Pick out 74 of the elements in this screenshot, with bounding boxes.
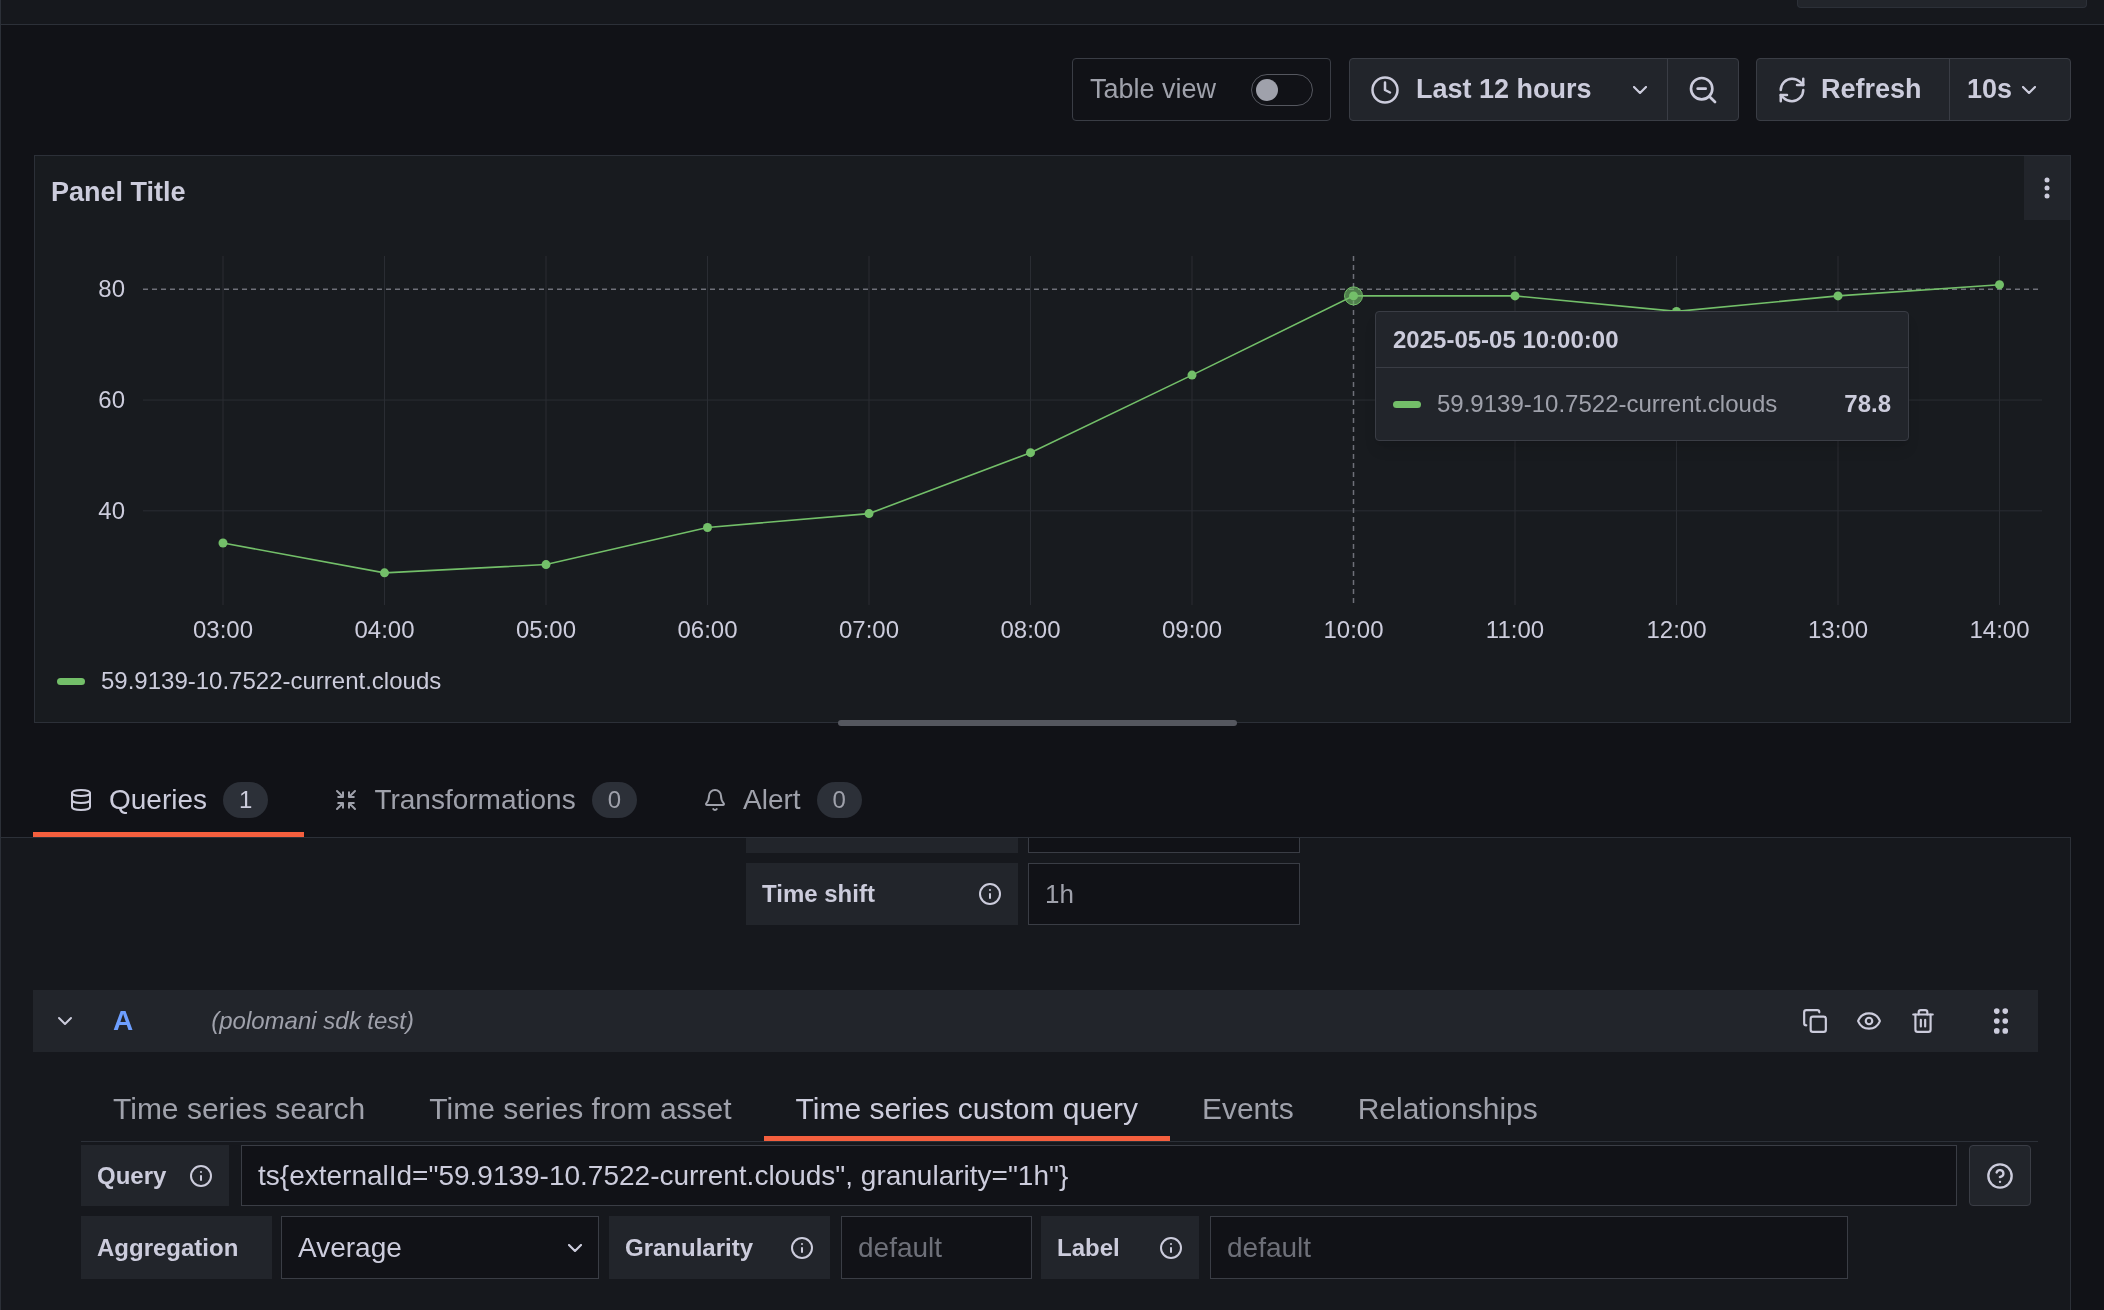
aggregation-select[interactable]: Average — [281, 1216, 599, 1279]
query-type-tab[interactable]: Time series search — [81, 1080, 398, 1141]
x-axis-label: 10:00 — [1323, 616, 1384, 643]
chevron-down-icon — [2022, 85, 2037, 94]
aggregation-label: Aggregation — [81, 1216, 272, 1279]
refresh-interval-picker[interactable]: 10s — [1949, 59, 2070, 120]
tooltip-time: 2025-05-05 10:00:00 — [1393, 324, 1619, 355]
count-badge: 1 — [223, 782, 269, 818]
x-axis-label: 07:00 — [838, 616, 900, 643]
more-icon — [2044, 177, 2050, 199]
info-icon — [978, 882, 1002, 906]
x-axis-label: 14:00 — [1969, 616, 2030, 643]
data-point — [1510, 291, 1520, 301]
x-axis-label: 04:00 — [354, 616, 415, 643]
data-point — [380, 568, 389, 578]
query-type-tab[interactable]: Time series from asset — [397, 1080, 764, 1141]
query-label: Query — [81, 1145, 229, 1206]
datasource-name: (polomani sdk test) — [211, 1006, 414, 1036]
tooltip-value: 78.8 — [1844, 389, 1891, 419]
chevron-down-icon — [568, 1243, 582, 1252]
y-axis-label: 60 — [98, 386, 125, 414]
chevron-down-icon — [1633, 85, 1647, 94]
query-ref: A — [113, 1004, 134, 1038]
label-field-label: Label — [1041, 1216, 1199, 1279]
data-point — [1187, 370, 1197, 380]
x-axis-label: 06:00 — [677, 616, 738, 643]
clock-icon — [1370, 74, 1400, 105]
x-axis-label: 12:00 — [1646, 616, 1707, 643]
y-axis-label: 40 — [98, 496, 125, 524]
x-axis-label: 08:00 — [1000, 616, 1061, 643]
x-axis-label: 09:00 — [1161, 616, 1223, 643]
refresh-button[interactable]: Refresh — [1757, 59, 1949, 120]
count-badge: 0 — [816, 782, 862, 818]
data-point — [1833, 291, 1843, 301]
help-icon — [1986, 1161, 2014, 1190]
copy-icon[interactable] — [1802, 1008, 1828, 1034]
label-input[interactable]: default — [1210, 1216, 1848, 1279]
x-axis-label: 13:00 — [1807, 616, 1869, 643]
table-view-toggle[interactable]: Table view — [1072, 58, 1331, 121]
hover-point — [1344, 286, 1363, 306]
info-icon — [790, 1235, 814, 1260]
x-axis-label: 03:00 — [192, 616, 254, 643]
data-point — [1995, 280, 2004, 290]
data-point — [541, 560, 551, 570]
tooltip-series: 59.9139-10.7522-current.clouds — [1437, 389, 1778, 419]
data-point — [218, 538, 228, 548]
bell-icon — [703, 788, 727, 812]
query-row-header[interactable]: A (polomani sdk test) — [33, 990, 2038, 1052]
time-shift-input[interactable]: 1h — [1028, 863, 1300, 925]
query-type-tab[interactable]: Relationships — [1325, 1080, 1570, 1141]
arrows-icon — [334, 788, 359, 812]
granularity-input[interactable]: default — [841, 1216, 1032, 1279]
trash-icon[interactable] — [1910, 1008, 1936, 1034]
table-view-label: Table view — [1090, 73, 1217, 107]
scrollbar[interactable] — [838, 720, 1237, 726]
panel-title: Panel Title — [51, 176, 186, 209]
x-axis-label: 05:00 — [515, 616, 577, 643]
help-button[interactable] — [1969, 1145, 2031, 1206]
x-axis-label: 11:00 — [1485, 616, 1545, 643]
count-badge: 0 — [591, 782, 637, 818]
data-point — [1026, 448, 1035, 458]
data-point — [1349, 291, 1358, 301]
legend-item[interactable]: 59.9139-10.7522-current.clouds — [57, 663, 442, 699]
y-axis-label: 80 — [98, 275, 125, 303]
time-shift-label: Time shift — [746, 863, 1018, 925]
database-icon — [69, 788, 93, 812]
panel-menu-button[interactable] — [2024, 156, 2070, 220]
info-icon — [1159, 1235, 1183, 1260]
data-point — [703, 522, 712, 532]
data-point — [864, 509, 874, 519]
granularity-label: Granularity — [609, 1216, 830, 1279]
query-type-tab[interactable]: Events — [1169, 1080, 1326, 1141]
info-icon — [189, 1163, 213, 1188]
query-input[interactable]: ts{externalId="59.9139-10.7522-current.clouds", granularity="1h"} — [241, 1145, 1957, 1206]
